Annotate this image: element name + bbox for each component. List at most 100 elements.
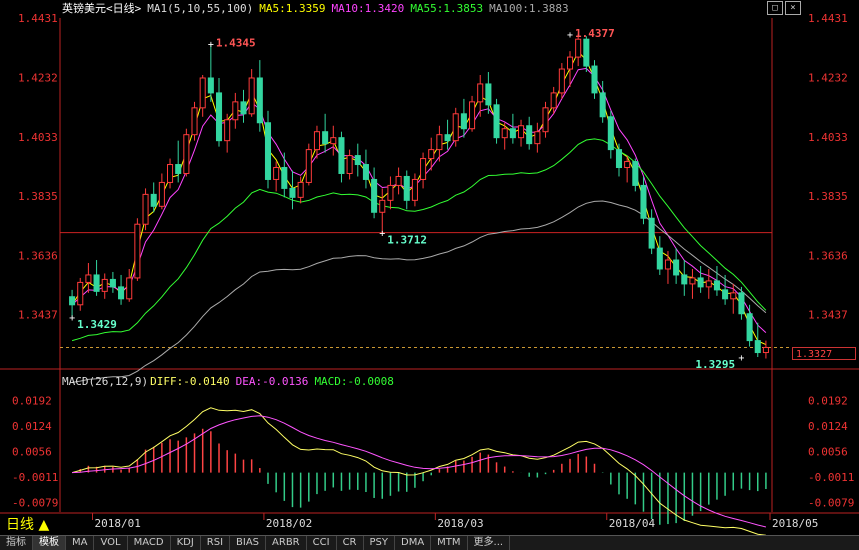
candle-body <box>305 149 312 183</box>
tab-rsi[interactable]: RSI <box>201 536 231 550</box>
candle-body <box>109 278 116 288</box>
candle-body <box>387 184 394 201</box>
y-tick-label-left: 1.3636 <box>18 249 58 262</box>
candle-body <box>248 77 255 115</box>
ma55-value: MA55:1.3853 <box>410 2 484 15</box>
tab-indicator[interactable]: 指标 <box>0 536 33 550</box>
macd-tick-right: 0.0056 <box>808 446 848 459</box>
y-tick-label-right: 1.3437 <box>808 309 848 322</box>
candle-body <box>142 193 149 225</box>
y-tick-label-right: 1.4431 <box>808 12 848 25</box>
candle-body <box>395 175 402 186</box>
y-tick-label-left: 1.4431 <box>18 12 58 25</box>
candle-body <box>526 125 533 145</box>
candle-body <box>722 289 729 300</box>
anno-marker: + <box>738 353 744 364</box>
tab-cci[interactable]: CCI <box>307 536 337 550</box>
candle-body <box>730 292 737 300</box>
macd-dea-line <box>72 415 767 528</box>
tab-more[interactable]: 更多... <box>468 536 511 550</box>
candle-body <box>689 277 696 285</box>
macd-tick-right: -0.0079 <box>808 496 854 509</box>
y-tick-label-left: 1.3437 <box>18 309 58 322</box>
candle-body <box>681 274 688 285</box>
candle-body <box>240 101 247 115</box>
ma-line-ma10 <box>71 67 767 333</box>
x-tick-label: 2018/02 <box>266 517 312 530</box>
candle-body <box>428 149 435 160</box>
candle-body <box>509 128 516 139</box>
macd-label: MACD(26,12,9) <box>62 375 149 388</box>
macd-tick-right: 0.0192 <box>808 395 848 408</box>
tab-template[interactable]: 模板 <box>33 536 66 550</box>
candle-body <box>183 134 190 174</box>
candle-body <box>126 277 133 300</box>
chart-canvas: 1.4431 1.4431 1.4232 1.4232 1.4033 1.4033 1.38… <box>0 12 859 536</box>
tab-kdj[interactable]: KDJ <box>171 536 201 550</box>
ma-line-ma100 <box>72 200 767 383</box>
tab-arbr[interactable]: ARBR <box>266 536 307 550</box>
candle-body <box>746 313 753 342</box>
candle-body <box>591 65 598 94</box>
candle-body <box>101 278 108 292</box>
anno-marker: + <box>379 229 385 240</box>
y-tick-label-right: 1.4033 <box>808 131 848 144</box>
candle-body <box>518 125 525 139</box>
tab-cr[interactable]: CR <box>337 536 364 550</box>
price-annotation: 1.4377 <box>575 27 615 40</box>
price-annotation: 1.3429 <box>77 318 117 331</box>
tab-macd[interactable]: MACD <box>128 536 171 550</box>
candle-body <box>697 277 704 288</box>
price-annotation: 1.4345 <box>216 37 256 50</box>
indicator-tab-bar: 指标 模板 MA VOL MACD KDJ RSI BIAS ARBR CCI … <box>0 535 859 550</box>
candle-body <box>362 164 369 180</box>
tab-psy[interactable]: PSY <box>364 536 395 550</box>
maximize-button[interactable]: □ <box>767 1 783 15</box>
macd-tick-right: 0.0124 <box>808 420 848 433</box>
candle-body <box>289 187 296 198</box>
candle-body <box>624 161 631 169</box>
macd-diff: DIFF:-0.0140 <box>150 375 230 388</box>
tab-ma[interactable]: MA <box>66 536 95 550</box>
period-selector[interactable]: 日线 ▲ <box>6 514 49 534</box>
macd-tick-right: -0.0011 <box>808 471 854 484</box>
x-tick-label: 2018/01 <box>94 517 140 530</box>
macd-dea: DEA:-0.0136 <box>235 375 309 388</box>
candle-body <box>469 101 476 130</box>
candle-body <box>232 101 239 121</box>
tab-dma[interactable]: DMA <box>395 536 432 550</box>
tab-mtm[interactable]: MTM <box>431 536 468 550</box>
candle-body <box>167 164 174 183</box>
instrument-title: 英镑美元<日线> <box>62 2 142 15</box>
candle-body <box>420 158 427 180</box>
candle-body <box>501 128 508 139</box>
candle-body <box>199 77 206 109</box>
candle-body <box>379 199 386 213</box>
moving-average-lines <box>71 50 767 383</box>
candle-body <box>158 181 165 207</box>
candle-body <box>477 83 484 103</box>
candle-body <box>640 184 647 219</box>
y-tick-label-right: 1.4232 <box>808 71 848 84</box>
candle-body <box>558 68 565 94</box>
candle-body <box>444 134 451 142</box>
candle-body <box>338 137 345 174</box>
macd-diff-line <box>71 407 766 536</box>
tab-vol[interactable]: VOL <box>94 536 128 550</box>
candle-body <box>273 167 280 180</box>
candle-body <box>297 181 304 198</box>
candle-body <box>566 56 574 70</box>
anno-marker: + <box>208 40 214 51</box>
candle-body <box>281 167 288 189</box>
candle-body <box>493 104 500 139</box>
tab-bias[interactable]: BIAS <box>230 536 267 550</box>
window-buttons: □ × <box>767 1 801 15</box>
price-legend: 英镑美元<日线> MA1(5,10,55,100) MA5:1.3359 MA10:1… <box>62 2 575 16</box>
candle-body <box>69 296 76 306</box>
candle-body <box>713 280 720 291</box>
candle-body <box>754 340 761 354</box>
candle-body <box>175 164 182 174</box>
macd-tick-left: 0.0124 <box>12 420 52 433</box>
close-button[interactable]: × <box>785 1 801 15</box>
candle-body <box>215 92 223 142</box>
